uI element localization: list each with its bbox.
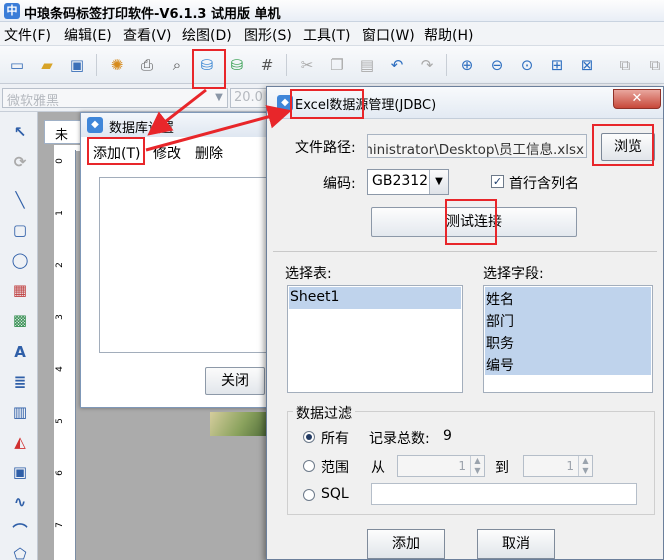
annotation-arrows [145, 88, 292, 152]
arrow-to-excel-dialog [145, 105, 292, 152]
arrow-to-add-menu [147, 88, 207, 136]
